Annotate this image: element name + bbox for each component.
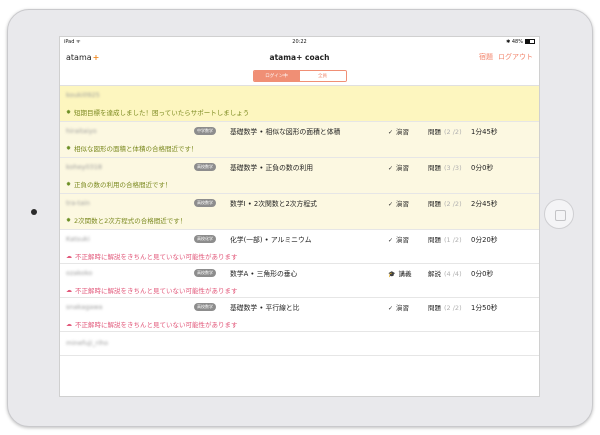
sun-icon: ✸ [66, 108, 72, 116]
student-row[interactable]: tra-tain 高校数学 数学I • 2次関数と2次方程式 ✓ 演習 問題 (2 /2) 2… [60, 194, 539, 230]
status-note: ✸ 2次関数と2次方程式の合格間近です！ [66, 216, 187, 226]
logout-link[interactable]: ログアウト [498, 52, 533, 62]
student-row[interactable]: minefuji_riho [60, 332, 539, 356]
unit-title: 基礎数学 • 平行線と比 [230, 304, 300, 312]
subject-badge: 高校数学 [194, 269, 216, 277]
elapsed-time: 2分45秒 [471, 200, 498, 208]
sun-icon: ✸ [66, 216, 72, 224]
elapsed-time: 0分0秒 [471, 270, 494, 278]
cloud-icon: ☁ [66, 320, 72, 328]
elapsed-time: 0分20秒 [471, 236, 498, 244]
activity: ✓ 演習 [388, 164, 410, 172]
activity: ✓ 演習 [388, 236, 410, 244]
student-name: hiraitaiyo [66, 127, 97, 135]
status-bar: iPad ᯤ 20:22 ✱ 48% [60, 37, 539, 47]
camera [31, 209, 37, 215]
student-row[interactable]: Katsuki 高校化学 化学(一部) • アルミニウム ✓ 演習 問題 (1 /2) 0分2… [60, 230, 539, 264]
sun-icon: ✸ [66, 144, 72, 152]
unit-title: 数学I • 2次関数と2次方程式 [230, 200, 317, 208]
student-row[interactable]: ozakoko 高校数学 数学A • 三角形の垂心 🎓 講義 解説 (4 /4) 0分0秒 ☁ 不… [60, 264, 539, 298]
activity: ✓ 演習 [388, 200, 410, 208]
cloud-icon: ☁ [66, 286, 72, 294]
student-name: minefuji_riho [66, 339, 109, 347]
status-note: ✸ 正負の数の利用の合格間近です！ [66, 180, 172, 190]
elapsed-time: 0分0秒 [471, 164, 494, 172]
check-icon: ✓ [388, 129, 394, 136]
elapsed-time: 1分45秒 [471, 128, 498, 136]
question-progress: 問題 (1 /2) [428, 236, 462, 244]
segment-logged-in[interactable]: ログイン中 [253, 71, 300, 81]
subject-badge: 高校数学 [194, 303, 216, 311]
student-name: kouki0925 [66, 90, 100, 99]
student-name: kohey0318 [66, 163, 103, 171]
page-title: atama+ coach [269, 52, 330, 62]
student-row[interactable]: snakagawa 高校数学 基礎数学 • 平行線と比 ✓ 演習 問題 (2 /2) 1分50… [60, 298, 539, 332]
unit-title: 基礎数学 • 正負の数の利用 [230, 164, 314, 172]
app-logo: atama+ [66, 52, 100, 62]
app-screen: iPad ᯤ 20:22 ✱ 48% atama+ atama+ coach 宿… [59, 36, 540, 397]
graduation-cap-icon: 🎓 [388, 271, 396, 278]
goal-note: ✸ 短期目標を達成しました！困っていたらサポートしましょう [66, 108, 250, 118]
elapsed-time: 1分50秒 [471, 304, 498, 312]
cloud-icon: ☁ [66, 252, 72, 260]
check-icon: ✓ [388, 165, 394, 172]
status-note: ☁ 不正解時に解説をきちんと見ていない可能性があります [66, 252, 238, 262]
status-time: 20:22 [292, 39, 307, 45]
homework-link[interactable]: 宿題 [479, 52, 493, 62]
unit-title: 基礎数学 • 相似な図形の面積と体積 [230, 128, 341, 136]
question-progress: 問題 (2 /2) [428, 304, 462, 312]
subject-badge: 高校化学 [194, 235, 216, 243]
question-progress: 問題 (2 /2) [428, 128, 462, 136]
question-progress: 解説 (4 /4) [428, 270, 462, 278]
status-note: ☁ 不正解時に解説をきちんと見ていない可能性があります [66, 286, 238, 296]
check-icon: ✓ [388, 237, 394, 244]
battery-icon [525, 39, 535, 44]
check-icon: ✓ [388, 201, 394, 208]
student-name: Katsuki [66, 235, 90, 243]
unit-title: 化学(一部) • アルミニウム [230, 236, 312, 244]
subject-badge: 高校数学 [194, 199, 216, 207]
status-note: ✸ 相似な図形の面積と体積の合格間近です！ [66, 144, 198, 154]
student-name: snakagawa [66, 303, 103, 311]
question-progress: 問題 (3 /3) [428, 164, 462, 172]
question-progress: 問題 (2 /2) [428, 200, 462, 208]
sun-icon: ✸ [66, 180, 72, 188]
segment-all[interactable]: 全員 [299, 71, 346, 81]
check-icon: ✓ [388, 305, 394, 312]
subject-badge: 中学数学 [194, 127, 216, 135]
student-row[interactable]: hiraitaiyo 中学数学 基礎数学 • 相似な図形の面積と体積 ✓ 演習 問題 (2 … [60, 122, 539, 158]
unit-title: 数学A • 三角形の垂心 [230, 270, 298, 278]
status-note: ☁ 不正解時に解説をきちんと見ていない可能性があります [66, 320, 238, 330]
activity: ✓ 演習 [388, 304, 410, 312]
home-button[interactable] [544, 199, 574, 229]
student-name: ozakoko [66, 269, 93, 277]
student-row[interactable]: kohey0318 高校数学 基礎数学 • 正負の数の利用 ✓ 演習 問題 (3 /3) 0分… [60, 158, 539, 194]
filter-segment: ログイン中 全員 [60, 67, 539, 86]
activity: ✓ 演習 [388, 128, 410, 136]
student-row-goal[interactable]: kouki0925 ✸ 短期目標を達成しました！困っていたらサポートしましょう [60, 86, 539, 122]
student-name: tra-tain [66, 199, 91, 207]
subject-badge: 高校数学 [194, 163, 216, 171]
nav-bar: atama+ atama+ coach 宿題 ログアウト [60, 47, 539, 67]
activity: 🎓 講義 [388, 270, 412, 278]
